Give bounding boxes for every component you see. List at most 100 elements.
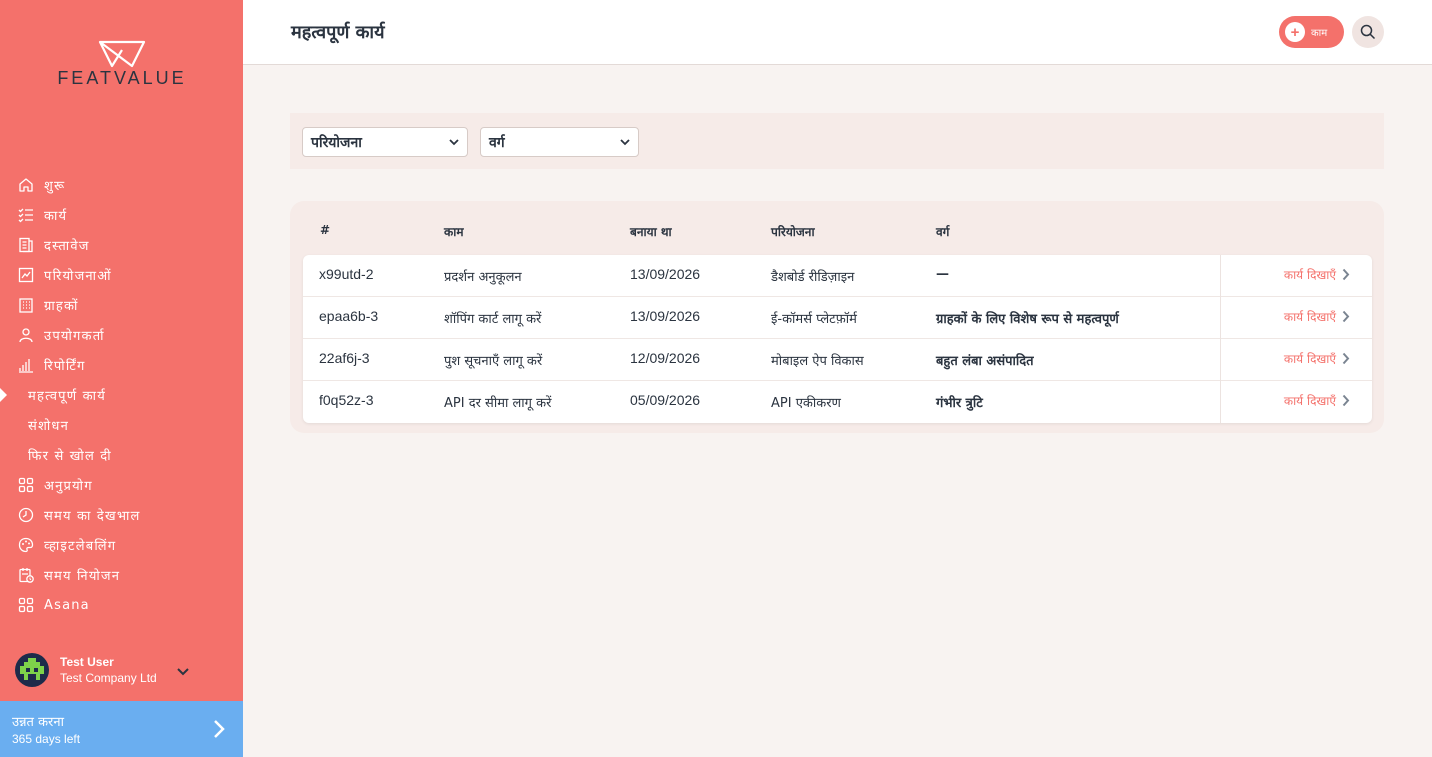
apps-icon: [17, 596, 35, 614]
sidebar-item-asana[interactable]: Asana: [0, 590, 243, 620]
category-name: ग्राहकों के लिए विशेष रूप से महत्वपूर्ण: [936, 312, 1119, 327]
sidebar-item-customers[interactable]: ग्राहकों: [0, 290, 243, 320]
show-task-label: कार्य दिखाएँ: [1283, 352, 1336, 366]
column-header-created: बनाया था: [630, 225, 672, 239]
sidebar-item-label: संशोधन: [28, 419, 70, 434]
palette-icon: [17, 536, 35, 554]
project-name: API एकीकरण: [771, 396, 841, 411]
logo-text: FEATVALUE: [57, 68, 187, 88]
sidebar-item-critical-tasks[interactable]: महत्वपूर्ण कार्य: [0, 380, 243, 410]
table-header: # काम बनाया था परियोजना वर्ग: [290, 223, 1384, 241]
column-divider: [1220, 255, 1221, 297]
sidebar-item-reopened[interactable]: फिर से खोल दी: [0, 440, 243, 470]
sidebar-item-applications[interactable]: अनुप्रयोग: [0, 470, 243, 500]
sidebar-item-label: अनुप्रयोग: [44, 479, 93, 494]
plus-icon: +: [1285, 22, 1305, 42]
created-date: 13/09/2026: [630, 308, 701, 324]
show-task-label: कार्य दिखाएँ: [1283, 394, 1336, 408]
sidebar-item-label: परियोजनाओं: [44, 269, 112, 284]
chart-icon: [17, 266, 35, 284]
search-icon: [1360, 24, 1376, 40]
task-name: शॉपिंग कार्ट लागू करें: [444, 312, 542, 327]
filter-bar: परियोजना वर्ग: [290, 113, 1384, 169]
sidebar-item-label: समय का देखभाल: [44, 509, 141, 524]
top-header: महत्वपूर्ण कार्य + काम: [243, 0, 1432, 65]
sidebar: FEATVALUE शुरू कार्य दस्तावेज परियोजनाओं…: [0, 0, 243, 757]
building-icon: [17, 296, 35, 314]
project-name: मोबाइल ऐप विकास: [771, 354, 864, 369]
category-name: गंभीर त्रुटि: [936, 396, 983, 411]
category-name: —: [936, 267, 949, 282]
table-row[interactable]: epaa6b-3 शॉपिंग कार्ट लागू करें 13/09/20…: [303, 297, 1372, 339]
timer-icon: [17, 506, 35, 524]
sidebar-item-time-planning[interactable]: समय नियोजन: [0, 560, 243, 590]
chevron-down-icon[interactable]: [176, 662, 190, 681]
upgrade-banner[interactable]: उन्नत करना 365 days left: [0, 701, 243, 757]
table-row[interactable]: 22af6j-3 पुश सूचनाएँ लागू करें 12/09/202…: [303, 339, 1372, 381]
chevron-down-icon: [620, 138, 630, 145]
table-body: x99utd-2 प्रदर्शन अनुकूलन 13/09/2026 डैश…: [303, 255, 1372, 423]
column-divider: [1220, 339, 1221, 381]
sidebar-item-tasks[interactable]: कार्य: [0, 200, 243, 230]
sidebar-item-label: दस्तावेज: [44, 239, 90, 254]
sidebar-item-time-tracking[interactable]: समय का देखभाल: [0, 500, 243, 530]
sidebar-item-revisions[interactable]: संशोधन: [0, 410, 243, 440]
category-name: बहुत लंबा असंपादित: [936, 354, 1034, 369]
sidebar-item-projects[interactable]: परियोजनाओं: [0, 260, 243, 290]
task-id: epaa6b-3: [319, 308, 379, 324]
featvalue-logo[interactable]: FEATVALUE: [36, 40, 208, 90]
sidebar-item-label: महत्वपूर्ण कार्य: [28, 389, 106, 404]
project-name: डैशबोर्ड रीडिज़ाइन: [771, 270, 855, 285]
sidebar-item-label: रिपोर्टिंग: [44, 359, 86, 374]
category-filter-select[interactable]: वर्ग: [480, 127, 639, 157]
page-title: महत्वपूर्ण कार्य: [291, 22, 385, 43]
show-task-link[interactable]: कार्य दिखाएँ: [1284, 308, 1350, 325]
user-name: Test User: [60, 655, 114, 669]
task-name: पुश सूचनाएँ लागू करें: [444, 354, 543, 369]
sidebar-item-documents[interactable]: दस्तावेज: [0, 230, 243, 260]
show-task-link[interactable]: कार्य दिखाएँ: [1284, 392, 1350, 409]
search-button[interactable]: [1352, 16, 1384, 48]
pixel-avatar-icon: [20, 658, 44, 680]
sidebar-item-label: शुरू: [44, 179, 66, 194]
sidebar-item-label: उपयोगकर्ता: [44, 329, 105, 344]
project-filter-select[interactable]: परियोजना: [302, 127, 468, 157]
column-divider: [1220, 381, 1221, 423]
sidebar-item-label: ग्राहकों: [44, 299, 79, 314]
project-filter-value: परियोजना: [311, 134, 362, 151]
sidebar-item-label: फिर से खोल दी: [28, 449, 112, 464]
task-name: प्रदर्शन अनुकूलन: [444, 270, 522, 285]
calendar-clock-icon: [17, 566, 35, 584]
add-task-label: काम: [1311, 28, 1328, 39]
sidebar-item-reporting[interactable]: रिपोर्टिंग: [0, 350, 243, 380]
apps-icon: [17, 476, 35, 494]
sidebar-item-label: व्हाइटलेबलिंग: [44, 539, 117, 554]
user-icon: [17, 326, 35, 344]
logo-mark-icon: [98, 40, 146, 68]
chevron-right-icon: [1342, 268, 1350, 281]
show-task-label: कार्य दिखाएँ: [1283, 268, 1336, 282]
sidebar-item-users[interactable]: उपयोगकर्ता: [0, 320, 243, 350]
created-date: 12/09/2026: [630, 350, 701, 366]
show-task-label: कार्य दिखाएँ: [1283, 310, 1336, 324]
task-id: 22af6j-3: [319, 350, 370, 366]
show-task-link[interactable]: कार्य दिखाएँ: [1284, 266, 1350, 283]
table-row[interactable]: x99utd-2 प्रदर्शन अनुकूलन 13/09/2026 डैश…: [303, 255, 1372, 297]
task-id: x99utd-2: [319, 266, 374, 282]
column-header-category: वर्ग: [936, 225, 950, 239]
column-header-project: परियोजना: [771, 225, 815, 239]
sidebar-item-whitelabeling[interactable]: व्हाइटलेबलिंग: [0, 530, 243, 560]
show-task-link[interactable]: कार्य दिखाएँ: [1284, 350, 1350, 367]
task-name: API दर सीमा लागू करें: [444, 396, 552, 411]
critical-tasks-table: # काम बनाया था परियोजना वर्ग x99utd-2 प्…: [290, 201, 1384, 433]
sidebar-nav: शुरू कार्य दस्तावेज परियोजनाओं ग्राहकों …: [0, 170, 243, 620]
column-header-id: #: [320, 223, 331, 237]
sidebar-item-home[interactable]: शुरू: [0, 170, 243, 200]
document-icon: [17, 236, 35, 254]
category-filter-value: वर्ग: [489, 134, 505, 151]
table-row[interactable]: f0q52z-3 API दर सीमा लागू करें 05/09/202…: [303, 381, 1372, 423]
add-task-button[interactable]: + काम: [1279, 16, 1344, 48]
sidebar-item-label: समय नियोजन: [44, 569, 121, 584]
created-date: 05/09/2026: [630, 392, 701, 408]
user-menu[interactable]: Test User Test Company Ltd: [15, 652, 230, 688]
